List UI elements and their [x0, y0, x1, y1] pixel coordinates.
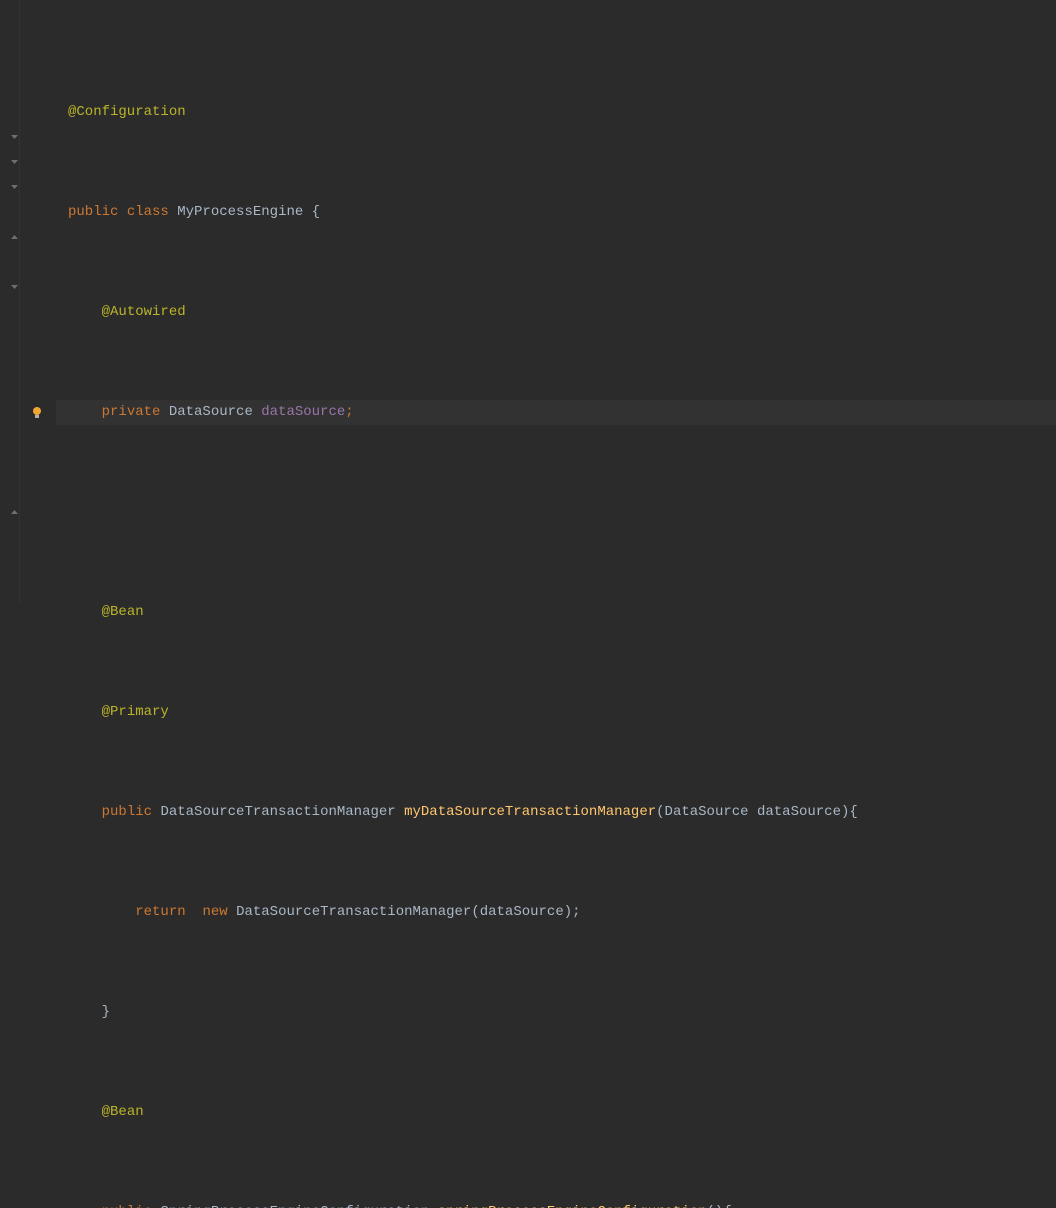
fold-marker-icon[interactable] [10, 134, 18, 142]
fold-marker-icon[interactable] [10, 159, 18, 167]
type: DataSourceTransactionManager [160, 804, 395, 820]
keyword-return: return [135, 904, 185, 920]
code-line[interactable]: @Primary [68, 700, 1056, 725]
fold-marker-icon[interactable] [10, 184, 18, 192]
annotation: @Autowired [102, 304, 186, 320]
code-line[interactable] [68, 500, 1056, 525]
lightbulb-icon[interactable] [30, 405, 44, 419]
code-line[interactable]: public DataSourceTransactionManager myDa… [68, 800, 1056, 825]
params: (DataSource dataSource){ [656, 804, 858, 820]
annotation: @Bean [102, 604, 144, 620]
code-line[interactable]: return new DataSourceTransactionManager(… [68, 900, 1056, 925]
field: dataSource [261, 404, 345, 420]
code-line[interactable]: @Autowired [68, 300, 1056, 325]
code-line[interactable]: @Bean [68, 1100, 1056, 1125]
keyword-new: new [202, 904, 227, 920]
marker-strip [20, 0, 56, 604]
type: DataSource [169, 404, 253, 420]
semicolon: ; [345, 404, 353, 420]
keyword-public: public [102, 1204, 152, 1208]
keyword-public: public [68, 204, 118, 220]
gutter [0, 0, 20, 604]
code-line[interactable]: @Configuration [68, 100, 1056, 125]
constructor-call: DataSourceTransactionManager(dataSource)… [236, 904, 580, 920]
code-line[interactable]: public SpringProcessEngineConfiguration … [68, 1200, 1056, 1208]
code-line[interactable]: private DataSource dataSource; [68, 400, 1056, 425]
keyword-public: public [102, 804, 152, 820]
brace: { [303, 204, 320, 220]
code-line[interactable]: public class MyProcessEngine { [68, 200, 1056, 225]
fold-marker-close-icon[interactable] [10, 509, 18, 517]
method-name: myDataSourceTransactionManager [404, 804, 656, 820]
fold-marker-icon[interactable] [10, 284, 18, 292]
keyword-private: private [102, 404, 161, 420]
method-name: springProcessEngineConfiguration [438, 1204, 707, 1208]
class-name: MyProcessEngine [177, 204, 303, 220]
annotation: @Bean [102, 1104, 144, 1120]
annotation: @Primary [102, 704, 169, 720]
code-area[interactable]: @Configuration public class MyProcessEng… [56, 0, 1056, 604]
brace: } [102, 1004, 110, 1020]
params: (){ [707, 1204, 732, 1208]
keyword-class: class [127, 204, 169, 220]
annotation: @Configuration [68, 104, 186, 120]
fold-marker-close-icon[interactable] [10, 234, 18, 242]
code-line[interactable]: } [68, 1000, 1056, 1025]
code-editor[interactable]: @Configuration public class MyProcessEng… [0, 0, 1056, 604]
type: SpringProcessEngineConfiguration [160, 1204, 429, 1208]
